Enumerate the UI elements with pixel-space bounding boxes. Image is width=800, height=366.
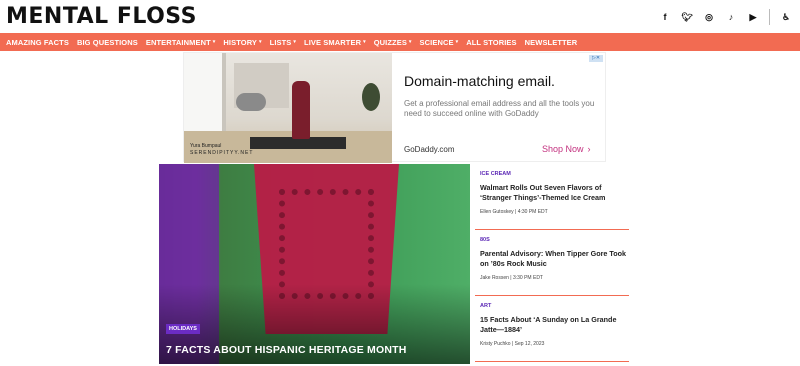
ad-photo-credit-site: SERENDIPITYY.NET: [190, 150, 254, 156]
story-category[interactable]: ICE CREAM: [480, 171, 629, 177]
story-title[interactable]: Walmart Rolls Out Seven Flavors of ‘Stra…: [480, 183, 629, 203]
story-category[interactable]: ART: [480, 303, 629, 309]
story-meta: Kristy Puchko | Sep 12, 2023: [480, 341, 545, 347]
chevron-down-icon: ▾: [293, 39, 297, 45]
advertisement[interactable]: Yura Bumpaul SERENDIPITYY.NET Domain-mat…: [183, 52, 606, 163]
ad-photo: Yura Bumpaul SERENDIPITYY.NET: [184, 53, 392, 163]
story-title[interactable]: Parental Advisory: When Tipper Gore Took…: [480, 249, 629, 269]
ad-description: Get a professional email address and all…: [404, 99, 595, 118]
story-meta: Ellen Gutoskey | 4:30 PM EDT: [480, 209, 548, 215]
chevron-right-icon: ›: [587, 144, 591, 154]
social-links: f 🐦︎ ◎ ♪ ▶ ♿︎: [659, 9, 792, 25]
nav-item-science[interactable]: SCIENCE ▾: [420, 38, 459, 47]
nav-item-amazing-facts[interactable]: AMAZING FACTS: [6, 38, 69, 47]
ad-photo-credit: Yura Bumpaul: [190, 143, 222, 149]
main-nav: AMAZING FACTS BIG QUESTIONS ENTERTAINMEN…: [0, 33, 800, 51]
hero-title[interactable]: 7 FACTS ABOUT HISPANIC HERITAGE MONTH: [166, 344, 407, 356]
ad-title[interactable]: Domain-matching email.: [404, 73, 555, 89]
accessibility-icon[interactable]: ♿︎: [780, 11, 792, 23]
nav-item-lists[interactable]: LISTS ▾: [270, 38, 296, 47]
instagram-icon[interactable]: ◎: [703, 11, 715, 23]
list-item[interactable]: ART 15 Facts About ‘A Sunday on La Grand…: [475, 296, 629, 362]
chevron-down-icon: ▾: [212, 39, 216, 45]
youtube-icon[interactable]: ▶: [747, 11, 759, 23]
ad-shop-now-button[interactable]: Shop Now ›: [542, 144, 591, 154]
site-header: MENTAL FLOSS f 🐦︎ ◎ ♪ ▶ ♿︎: [0, 0, 800, 32]
story-title[interactable]: 15 Facts About ‘A Sunday on La Grande Ja…: [480, 315, 629, 335]
list-item[interactable]: ICE CREAM Walmart Rolls Out Seven Flavor…: [475, 164, 629, 230]
nav-item-history[interactable]: HISTORY ▾: [223, 38, 261, 47]
chevron-down-icon: ▾: [408, 39, 412, 45]
nav-item-live-smarter[interactable]: LIVE SMARTER ▾: [304, 38, 366, 47]
nav-item-all-stories[interactable]: ALL STORIES: [466, 38, 516, 47]
twitter-icon[interactable]: 🐦︎: [681, 11, 693, 23]
nav-item-big-questions[interactable]: BIG QUESTIONS: [77, 38, 138, 47]
header-divider: [769, 9, 770, 25]
ad-domain[interactable]: GoDaddy.com: [404, 145, 455, 154]
facebook-icon[interactable]: f: [659, 11, 671, 23]
hero-article[interactable]: HOLIDAYS 7 FACTS ABOUT HISPANIC HERITAGE…: [159, 164, 470, 364]
nav-item-entertainment[interactable]: ENTERTAINMENT ▾: [146, 38, 216, 47]
nav-item-newsletter[interactable]: NEWSLETTER: [525, 38, 578, 47]
story-list: ICE CREAM Walmart Rolls Out Seven Flavor…: [475, 164, 629, 362]
adchoices-icon[interactable]: ▷✕: [589, 55, 603, 62]
nav-item-quizzes[interactable]: QUIZZES ▾: [374, 38, 412, 47]
chevron-down-icon: ▾: [455, 39, 459, 45]
hero-category-tag[interactable]: HOLIDAYS: [166, 324, 200, 334]
chevron-down-icon: ▾: [363, 39, 366, 45]
list-item[interactable]: 80S Parental Advisory: When Tipper Gore …: [475, 230, 629, 296]
site-logo[interactable]: MENTAL FLOSS: [6, 4, 197, 29]
yoga-person-image: [292, 81, 310, 139]
story-meta: Jake Rossen | 3:30 PM EDT: [480, 275, 543, 281]
story-category[interactable]: 80S: [480, 237, 629, 243]
tiktok-icon[interactable]: ♪: [725, 11, 737, 23]
chevron-down-icon: ▾: [259, 39, 262, 45]
